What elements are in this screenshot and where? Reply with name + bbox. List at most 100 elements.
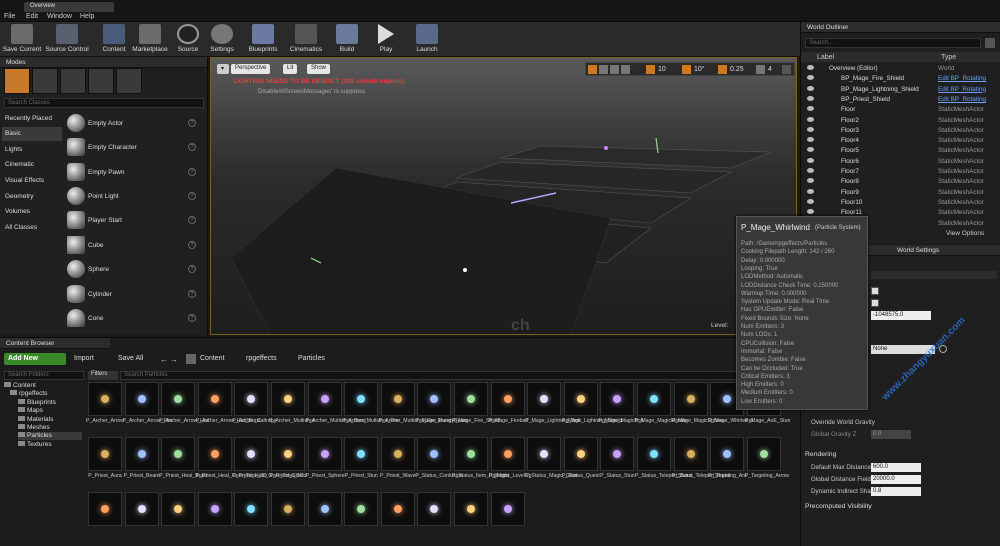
asset-tile[interactable] bbox=[380, 437, 415, 471]
help-icon[interactable]: ? bbox=[188, 168, 196, 176]
asset-tile[interactable] bbox=[88, 437, 122, 471]
asset-tile[interactable] bbox=[637, 437, 671, 471]
scale-snap-value[interactable]: 0.25 bbox=[730, 66, 744, 73]
type-column-header[interactable]: Type bbox=[941, 54, 956, 61]
foliage-mode-icon[interactable] bbox=[88, 68, 114, 94]
scale-icon[interactable] bbox=[610, 65, 619, 74]
label-column-header[interactable]: Label bbox=[817, 54, 834, 61]
visibility-eye-icon[interactable] bbox=[807, 75, 814, 81]
asset-tile[interactable] bbox=[271, 492, 305, 526]
asset-tile[interactable] bbox=[454, 382, 488, 416]
asset-tile[interactable] bbox=[417, 492, 452, 526]
outliner-options-icon[interactable] bbox=[985, 38, 995, 48]
visibility-eye-icon[interactable] bbox=[807, 116, 814, 122]
indirect-shadow-field[interactable]: 0.8 bbox=[871, 487, 921, 496]
folder-tree-item[interactable]: rpgeffects bbox=[10, 390, 82, 398]
tab-overview[interactable]: Overview bbox=[24, 2, 114, 12]
class-item[interactable]: Cylinder? bbox=[64, 283, 200, 306]
search-particles-input[interactable]: Search Particles bbox=[120, 371, 796, 380]
outliner-row[interactable]: Floor5 StaticMeshActor bbox=[801, 146, 1000, 155]
angle-snap-icon[interactable] bbox=[682, 65, 691, 74]
breadcrumb-content[interactable]: Content bbox=[200, 355, 225, 362]
lit-button[interactable]: Lit bbox=[283, 64, 298, 74]
visibility-eye-icon[interactable] bbox=[807, 168, 814, 173]
checkbox[interactable] bbox=[871, 299, 879, 307]
class-item[interactable]: Empty Actor? bbox=[64, 112, 200, 135]
visibility-eye-icon[interactable] bbox=[807, 188, 814, 194]
build-button[interactable]: Build bbox=[334, 23, 360, 56]
asset-tile[interactable] bbox=[344, 492, 379, 526]
visibility-eye-icon[interactable] bbox=[807, 65, 814, 70]
scale-snap-icon[interactable] bbox=[718, 65, 727, 74]
folder-tree-item[interactable]: Content bbox=[4, 382, 82, 390]
folder-tree-item[interactable]: Meshes bbox=[18, 424, 82, 432]
visibility-eye-icon[interactable] bbox=[807, 126, 814, 132]
paint-mode-icon[interactable] bbox=[32, 68, 58, 94]
help-icon[interactable]: ? bbox=[188, 265, 196, 273]
modes-tab[interactable]: Modes bbox=[0, 57, 207, 68]
category-volumes[interactable]: Volumes bbox=[2, 205, 62, 219]
asset-tile[interactable] bbox=[527, 437, 562, 471]
folder-tree-item[interactable]: Particles bbox=[18, 432, 82, 441]
camera-speed-value[interactable]: 4 bbox=[768, 66, 772, 73]
category-visual-effects[interactable]: Visual Effects bbox=[2, 174, 62, 188]
visibility-eye-icon[interactable] bbox=[807, 209, 814, 215]
visibility-eye-icon[interactable] bbox=[807, 95, 814, 101]
class-item[interactable]: Empty Character? bbox=[64, 136, 200, 159]
asset-tile[interactable] bbox=[88, 492, 122, 526]
search-folders-input[interactable]: Search Folders bbox=[4, 371, 84, 380]
help-icon[interactable]: ? bbox=[188, 216, 196, 224]
source-control-button[interactable]: Source Control bbox=[44, 23, 90, 56]
outliner-row[interactable]: Floor2 StaticMeshActor bbox=[801, 116, 1000, 125]
asset-tile[interactable] bbox=[161, 382, 196, 416]
grid-snap-value[interactable]: 10 bbox=[658, 66, 666, 73]
folder-tree-item[interactable]: Materials bbox=[18, 415, 82, 424]
forward-arrow-icon[interactable]: → bbox=[170, 355, 178, 364]
category-basic[interactable]: Basic bbox=[2, 127, 62, 141]
asset-tile[interactable] bbox=[307, 492, 342, 526]
category-recently-placed[interactable]: Recently Placed bbox=[2, 112, 62, 126]
class-item[interactable]: Cube? bbox=[64, 234, 200, 257]
outliner-row[interactable]: Floor10 StaticMeshActor bbox=[801, 198, 1000, 207]
visibility-eye-icon[interactable] bbox=[807, 198, 814, 204]
world-outliner-tab[interactable]: World Outliner bbox=[801, 22, 1000, 33]
visibility-eye-icon[interactable] bbox=[807, 157, 814, 163]
asset-tile[interactable] bbox=[673, 437, 708, 471]
asset-tile[interactable] bbox=[417, 382, 452, 416]
search-classes-input[interactable]: Search Classes bbox=[4, 98, 204, 108]
class-item[interactable]: Cone? bbox=[64, 307, 200, 330]
asset-tile[interactable] bbox=[600, 437, 635, 471]
level-viewport[interactable]: ch ▾ Perspective Lit Show LIGHTING NEEDS… bbox=[210, 57, 797, 335]
source-button[interactable]: Source bbox=[174, 23, 202, 56]
asset-tile[interactable] bbox=[490, 437, 525, 471]
cinematics-button[interactable]: Cinematics bbox=[288, 23, 324, 56]
folder-tree-item[interactable]: Blueprints bbox=[18, 398, 82, 407]
outliner-row[interactable]: Overview (Editor) World bbox=[801, 64, 1000, 73]
class-item[interactable]: Sphere? bbox=[64, 258, 200, 281]
outliner-row[interactable]: Floor StaticMeshActor bbox=[801, 105, 1000, 114]
help-icon[interactable]: ? bbox=[188, 143, 196, 151]
category-lights[interactable]: Lights bbox=[2, 143, 62, 157]
asset-tile[interactable] bbox=[380, 492, 415, 526]
default-max-distance-field[interactable]: 600.0 bbox=[871, 463, 921, 472]
asset-tile[interactable] bbox=[88, 382, 122, 416]
marketplace-button[interactable]: Marketplace bbox=[130, 23, 170, 56]
breadcrumb-particles[interactable]: Particles bbox=[298, 355, 325, 362]
asset-tile[interactable] bbox=[454, 492, 488, 526]
breadcrumb-rpgeffects[interactable]: rpgeffects bbox=[246, 355, 277, 362]
save-all-button[interactable]: Save All bbox=[118, 355, 143, 362]
asset-tile[interactable] bbox=[600, 382, 635, 416]
outliner-type[interactable]: Edit BP_Rotating bbox=[938, 86, 986, 93]
distance-field-field[interactable]: 20000.0 bbox=[871, 475, 921, 484]
asset-tile[interactable] bbox=[271, 382, 305, 416]
blueprints-button[interactable]: Blueprints bbox=[244, 23, 282, 56]
outliner-row[interactable]: Floor6 StaticMeshActor bbox=[801, 157, 1000, 166]
menu-edit[interactable]: Edit bbox=[26, 13, 38, 20]
asset-tile[interactable] bbox=[746, 437, 781, 471]
asset-tile[interactable] bbox=[563, 437, 598, 471]
menu-file[interactable]: File bbox=[4, 13, 15, 20]
rotate-icon[interactable] bbox=[599, 65, 608, 74]
outliner-row[interactable]: BP_Priest_Shield Edit BP_Rotating bbox=[801, 95, 1000, 104]
outliner-type[interactable]: Edit BP_Rotating bbox=[938, 75, 986, 82]
outliner-row[interactable]: Floor3 StaticMeshActor bbox=[801, 126, 1000, 135]
